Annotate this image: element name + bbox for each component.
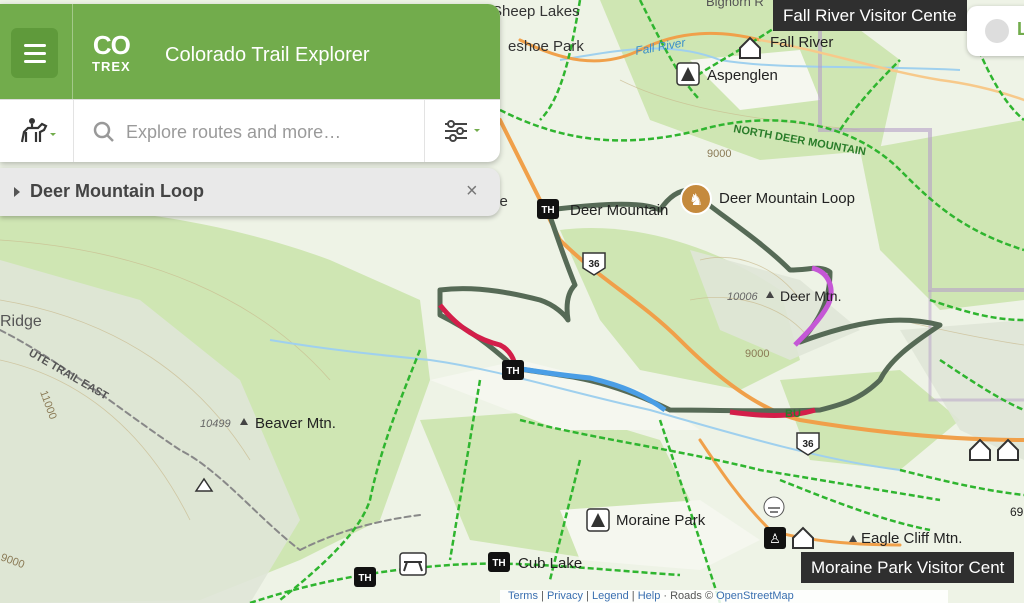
privacy-link[interactable]: Privacy [547, 590, 583, 602]
selected-route-name: Deer Mountain Loop [30, 181, 204, 201]
svg-text:TH: TH [358, 573, 371, 584]
campground-icon[interactable] [586, 508, 610, 532]
label-horseshoe-park: eshoe Park [508, 38, 584, 55]
svg-text:TH: TH [506, 366, 519, 377]
svg-text:36: 36 [588, 259, 600, 270]
app-header: CO TREX Colorado Trail Explorer [0, 4, 500, 99]
label-sheep-lakes: Sheep Lakes [492, 3, 580, 20]
svg-text:TH: TH [492, 558, 505, 569]
osm-link[interactable]: OpenStreetMap [716, 590, 794, 602]
label-cub-lake: Cub Lake [518, 555, 582, 572]
label-beaver-mtn: Beaver Mtn. [255, 415, 336, 432]
campground-icon[interactable] [676, 62, 700, 86]
label-eagle-cliff: Eagle Cliff Mtn. [861, 530, 962, 547]
search-input[interactable] [124, 118, 418, 146]
search-bar [0, 99, 500, 162]
avatar-icon [985, 19, 1009, 43]
selected-route-bar[interactable]: Deer Mountain Loop × [0, 168, 500, 216]
trailhead-icon[interactable]: TH [502, 360, 524, 380]
login-button[interactable]: L [967, 6, 1024, 56]
label-fall-river: Fall River [770, 34, 833, 51]
expand-caret-icon[interactable] [14, 187, 20, 197]
label-contour-9000-a: 9000 [707, 148, 731, 160]
moraine-park-visitor-center-label[interactable]: Moraine Park Visitor Cent [801, 552, 1015, 583]
logo-top: CO [92, 30, 131, 60]
login-label: L [1017, 19, 1024, 39]
label-deer-mtn: Deer Mtn. [780, 288, 841, 304]
legend-link[interactable]: Legend [592, 590, 629, 602]
search-icon [93, 121, 114, 142]
label-bu-fragment: BU [785, 408, 801, 420]
label-beaver-elev: 10499 [200, 418, 231, 430]
hiker-icon[interactable]: ♙ [764, 527, 786, 549]
app-logo[interactable]: CO TREX [92, 32, 131, 73]
trailhead-icon[interactable]: TH [488, 552, 510, 572]
trailhead-icon[interactable]: TH [354, 567, 376, 587]
label-aspenglen: Aspenglen [707, 67, 778, 84]
svg-text:♞: ♞ [689, 190, 703, 209]
label-moraine-park: Moraine Park [616, 512, 706, 529]
picnic-icon[interactable] [399, 552, 427, 576]
trailhead-icon[interactable]: TH [537, 199, 559, 219]
filter-button[interactable] [424, 100, 500, 162]
water-feature-icon [763, 496, 785, 518]
logo-bottom: TREX [92, 59, 131, 74]
label-69: 69 [1010, 505, 1024, 519]
map-attribution: Terms | Privacy | Legend | Help · Roads … [500, 590, 948, 603]
app-title: Colorado Trail Explorer [165, 44, 370, 66]
roads-credit: Roads © [670, 590, 714, 602]
search-panel: CO TREX Colorado Trail Explorer [0, 4, 500, 162]
svg-text:♙: ♙ [769, 532, 781, 547]
terms-link[interactable]: Terms [508, 590, 538, 602]
horseback-riding-icon [20, 118, 56, 143]
label-deer-mtn-elev: 10006 [727, 291, 758, 303]
svg-text:TH: TH [541, 205, 554, 216]
label-route-marker: Deer Mountain Loop [719, 190, 855, 207]
fall-river-visitor-center-label[interactable]: Fall River Visitor Cente [773, 0, 967, 31]
menu-button[interactable] [11, 28, 58, 78]
route-marker-horse-icon[interactable]: ♞ [680, 183, 712, 215]
help-link[interactable]: Help [638, 590, 661, 602]
close-icon[interactable]: × [466, 180, 478, 203]
fall-river-visitor-center-text: Fall River Visitor Cente [783, 6, 957, 25]
label-deer-mountain-th: Deer Mountain [570, 202, 668, 219]
label-ridge: Ridge [0, 313, 42, 330]
moraine-park-visitor-center-text: Moraine Park Visitor Cent [811, 558, 1005, 577]
hamburger-icon [23, 43, 46, 47]
activity-selector[interactable] [0, 100, 74, 162]
label-bighorn: Bighorn R [706, 0, 764, 9]
svg-text:36: 36 [802, 439, 814, 450]
label-contour-9000-b: 9000 [745, 348, 769, 360]
sliders-icon [445, 120, 480, 142]
